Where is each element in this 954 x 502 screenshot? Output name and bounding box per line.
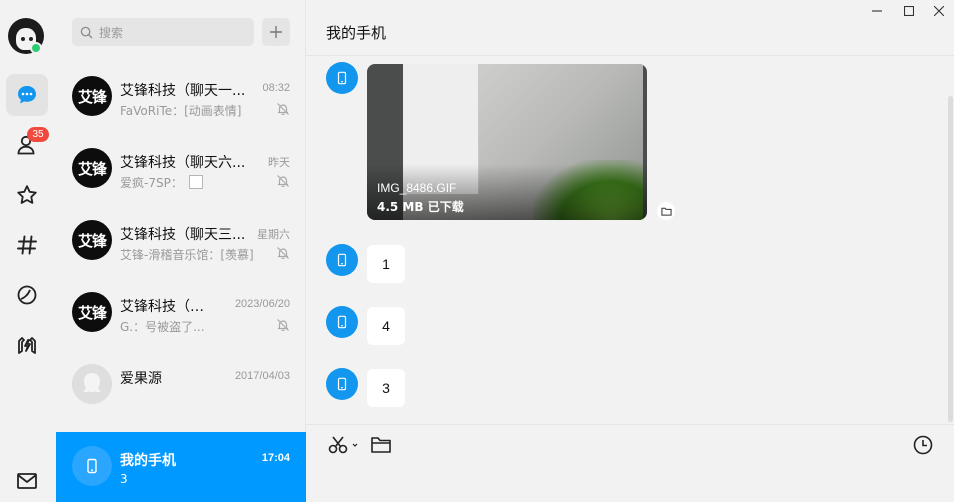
conversation-preview: G.：号被盗了... [120,320,205,334]
maximize-button[interactable] [894,0,924,22]
conversation-item[interactable]: 艾锋 艾锋科技（聊天六... 昨天 爱疯-7SP： [56,134,306,206]
group-avatar: 艾锋 [72,76,112,116]
gif-file-message[interactable]: IMG_8486.GIF 4.5 MB 已下载 [367,64,647,220]
folder-icon [371,437,391,453]
conversation-item-active[interactable]: 我的手机 17:04 3 [56,432,306,502]
history-icon [913,435,933,455]
conversation-name: 艾锋科技（聊... [120,299,216,315]
phone-icon [87,458,97,474]
message-bubble[interactable]: 1 [367,245,405,283]
phone-icon [337,315,347,329]
favorites-button[interactable] [6,174,48,216]
mute-bell-icon [277,175,289,187]
chat-header: 我的手机 [306,0,954,56]
phone-avatar [72,446,112,486]
conversation-time: 昨天 [268,157,290,169]
scissors-icon [328,436,358,454]
default-avatar-icon [72,364,112,404]
mute-bell-icon [277,319,289,331]
channels-button[interactable] [6,224,48,266]
file-status: 4.5 MB 已下载 [377,200,464,214]
conversation-preview: FaVoRiTe：[动画表情] [120,104,242,118]
mail-button[interactable] [6,460,48,502]
conversation-name: 艾锋科技（聊天六... [120,155,246,171]
games-icon [18,337,36,354]
conversation-time: 17:04 [261,452,290,464]
mute-bell-icon [277,103,289,115]
file-name: IMG_8486.GIF [377,181,457,195]
conversation-name: 我的手机 [120,453,176,469]
sender-avatar[interactable] [326,306,358,338]
history-button[interactable] [910,433,936,457]
contacts-badge: 35 [27,127,49,142]
nav-rail: 35 [0,0,56,502]
group-avatar: 艾锋 [72,220,112,260]
send-file-button[interactable] [368,433,394,457]
maximize-icon [904,6,914,16]
group-avatar: 艾锋 [72,292,112,332]
scrollbar[interactable] [948,96,953,422]
conversation-item[interactable]: 艾锋 艾锋科技（聊天一... 08:32 FaVoRiTe：[动画表情] [56,62,306,134]
sender-avatar[interactable] [326,368,358,400]
search-placeholder: 搜索 [99,25,124,40]
mail-icon [17,473,37,489]
search-box[interactable]: 搜索 [72,18,254,46]
minimize-icon [872,10,882,12]
phone-icon [337,377,347,391]
conversation-list-pane: 搜索 艾锋 艾锋科技（聊天一... 08:32 FaVoRiTe：[动画表情] … [56,0,306,502]
broken-image-icon [188,175,203,189]
online-status-icon [30,42,42,54]
conversation-time: 2017/04/03 [234,370,290,382]
chat-title: 我的手机 [326,24,387,42]
conversation-preview: 爱疯-7SP： [120,174,270,191]
chat-pane: 我的手机 IMG_8486.GIF 4.5 MB 已下载 1 4 3 [306,0,954,502]
close-button[interactable] [924,0,954,22]
create-button[interactable] [262,18,290,46]
sender-avatar[interactable] [326,62,358,94]
conversation-time: 2023/06/20 [234,298,290,310]
conversation-preview: 3 [120,472,128,486]
message-bubble[interactable]: 4 [367,307,405,345]
discover-button[interactable] [6,274,48,316]
screenshot-button[interactable] [326,433,360,457]
mute-bell-icon [277,247,289,259]
input-toolbar [306,424,954,502]
conversation-time: 星期六 [257,229,290,241]
search-icon [80,26,93,39]
conversation-time: 08:32 [262,82,290,94]
star-icon [17,185,37,204]
planet-icon [17,285,37,305]
minimize-button[interactable] [862,0,892,22]
phone-icon [337,71,347,85]
plus-icon [270,26,282,38]
conversation-name: 爱果源 [120,371,162,387]
open-folder-button[interactable] [657,202,675,220]
conversation-preview: 艾锋-滑稽音乐馆：[羡慕] [120,248,254,262]
hashtag-icon [17,235,37,255]
message-icon [18,86,36,104]
sender-avatar[interactable] [326,244,358,276]
close-icon [934,6,944,16]
preview-text: 爱疯-7SP： [120,176,183,190]
folder-icon [660,207,672,216]
conversation-name: 艾锋科技（聊天一... [120,83,246,99]
conversation-item[interactable]: 爱果源 2017/04/03 [56,350,306,422]
conversation-item[interactable]: 艾锋 艾锋科技（聊天三... 星期六 艾锋-滑稽音乐馆：[羡慕] [56,206,306,278]
message-bubble[interactable]: 3 [367,369,405,407]
group-avatar: 艾锋 [72,148,112,188]
phone-icon [337,253,347,267]
conversation-name: 艾锋科技（聊天三... [120,227,246,243]
games-button[interactable] [6,324,48,366]
messages-button[interactable] [6,74,48,116]
conversation-item[interactable]: 艾锋 艾锋科技（聊... 2023/06/20 G.：号被盗了... [56,278,306,350]
